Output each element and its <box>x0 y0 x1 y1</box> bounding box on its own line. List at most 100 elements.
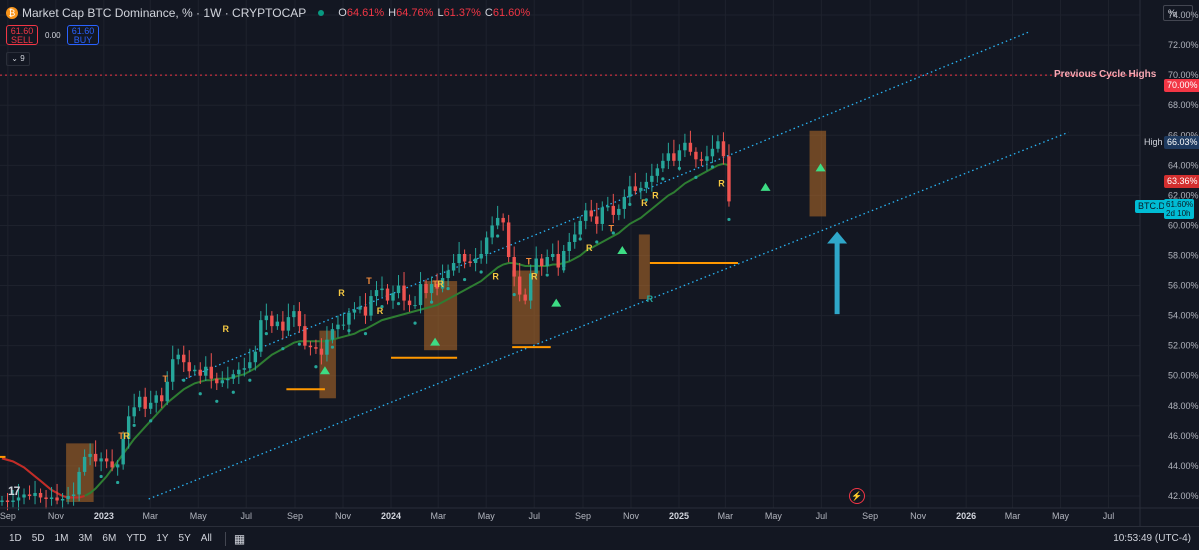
marker-dot <box>595 240 599 244</box>
candle-body <box>567 241 571 251</box>
trend-channel <box>148 30 1069 500</box>
candle-body <box>253 351 258 363</box>
candle-body <box>721 141 726 157</box>
marker-dot <box>463 277 467 282</box>
bar-countdown: 2d 10h <box>1166 209 1191 218</box>
lightning-icon[interactable]: ⚡ <box>849 488 865 504</box>
signal-r: R <box>586 243 593 253</box>
high-value-tag: 66.03% <box>1164 136 1199 149</box>
sell-button[interactable]: 61.60 SELL <box>6 25 38 45</box>
marker-dot <box>710 165 715 169</box>
marker-dot <box>264 332 268 336</box>
market-status-icon <box>318 10 325 16</box>
range-button-3m[interactable]: 3M <box>74 533 98 544</box>
candle-body <box>44 497 48 499</box>
y-tick-label: 48.00% <box>1168 401 1199 411</box>
candle-body <box>286 317 291 331</box>
candle-body <box>628 186 632 197</box>
candle-body <box>330 329 335 340</box>
price-chart[interactable]: T RTRRTRT RRTRRTRRRR Sep Nov 2023 Mar May Jul Se… <box>0 0 1199 526</box>
candle-body <box>60 498 65 501</box>
percent-scale-button[interactable]: % <box>1163 5 1193 21</box>
marker-dot <box>396 301 401 306</box>
candle-body <box>220 380 224 384</box>
calendar-icon[interactable]: ▦ <box>234 532 245 546</box>
bitcoin-icon: ₿ <box>6 7 18 19</box>
signal-r: R <box>123 431 130 441</box>
ohlc-close-key: C <box>484 7 493 19</box>
marker-dot <box>215 399 219 403</box>
candle-body <box>281 321 285 331</box>
signal-r: R <box>492 272 499 282</box>
candle-body <box>110 461 114 468</box>
x-tick-label: May <box>765 511 783 521</box>
marker-dot <box>677 166 681 170</box>
candle-body <box>523 294 527 301</box>
x-tick-label: May <box>190 511 208 521</box>
candle-body <box>308 345 313 348</box>
candle-body <box>336 324 340 330</box>
candle-body <box>617 208 621 215</box>
arrow-head <box>827 231 848 244</box>
range-button-1m[interactable]: 1M <box>50 533 74 544</box>
marker-dot <box>496 234 500 238</box>
candle-body <box>595 216 599 224</box>
candle-body <box>369 296 373 316</box>
range-button-6m[interactable]: 6M <box>97 533 121 544</box>
candle-body <box>501 217 505 223</box>
x-tick-label: Nov <box>910 511 927 521</box>
marker-dot <box>727 217 731 222</box>
marker-dot <box>116 480 120 485</box>
x-tick-label: May <box>1052 511 1070 521</box>
ohlc-low: 61.37% <box>443 7 481 19</box>
candle-body <box>716 141 720 149</box>
range-button-5d[interactable]: 5D <box>27 533 50 544</box>
y-tick-label: 46.00% <box>1168 431 1199 441</box>
signal-t: T <box>366 276 372 286</box>
candle-body <box>490 225 494 238</box>
candle-body <box>187 362 191 372</box>
candle-body <box>352 309 357 313</box>
candle-body <box>259 320 263 352</box>
candle-body <box>77 471 81 495</box>
marker-dot <box>628 202 632 207</box>
y-tick-label: 52.00% <box>1168 341 1199 351</box>
indicators-toggle[interactable]: ⌄ 9 <box>6 52 30 66</box>
signal-r: R <box>647 294 654 304</box>
range-button-1d[interactable]: 1D <box>4 533 27 544</box>
candle-body <box>600 207 604 224</box>
marker-dot <box>363 332 368 336</box>
candle-body <box>512 257 516 277</box>
chart-title[interactable]: Market Cap BTC Dominance, % · 1W · CRYPT… <box>22 6 306 20</box>
range-button-1y[interactable]: 1Y <box>151 533 173 544</box>
candle-body <box>242 368 247 370</box>
candle-body <box>727 156 731 202</box>
candle-body <box>231 374 236 379</box>
marker-dot <box>314 365 318 369</box>
range-button-5y[interactable]: 5Y <box>174 533 196 544</box>
candle-body <box>710 148 715 157</box>
signal-t: T <box>526 257 532 267</box>
candle-body <box>413 305 417 307</box>
tradingview-logo[interactable]: 17 <box>8 484 20 498</box>
candle-body <box>104 458 109 462</box>
candle-body <box>198 369 202 376</box>
candle-body <box>606 205 610 208</box>
candle-body <box>27 494 32 496</box>
buy-button[interactable]: 61.60 BUY <box>67 25 99 45</box>
marker-dot <box>611 231 615 235</box>
x-tick-label: Jul <box>1103 511 1115 521</box>
candle-body <box>363 306 368 316</box>
x-tick-label: Sep <box>0 511 16 521</box>
candle-body <box>468 261 472 264</box>
range-button-all[interactable]: All <box>196 533 217 544</box>
y-tick-label: 42.00% <box>1168 491 1199 501</box>
candle-body <box>562 250 566 268</box>
ohlc-high-key: H <box>388 7 397 19</box>
x-tick-label: Mar <box>430 511 446 521</box>
buy-triangle <box>760 182 771 191</box>
candle-body <box>38 492 43 498</box>
x-axis: Sep Nov 2023 Mar May Jul Sep Nov 2024 Mar May Jul Se… <box>0 507 1199 521</box>
buy-triangle <box>617 246 628 254</box>
range-button-ytd[interactable]: YTD <box>121 533 151 544</box>
